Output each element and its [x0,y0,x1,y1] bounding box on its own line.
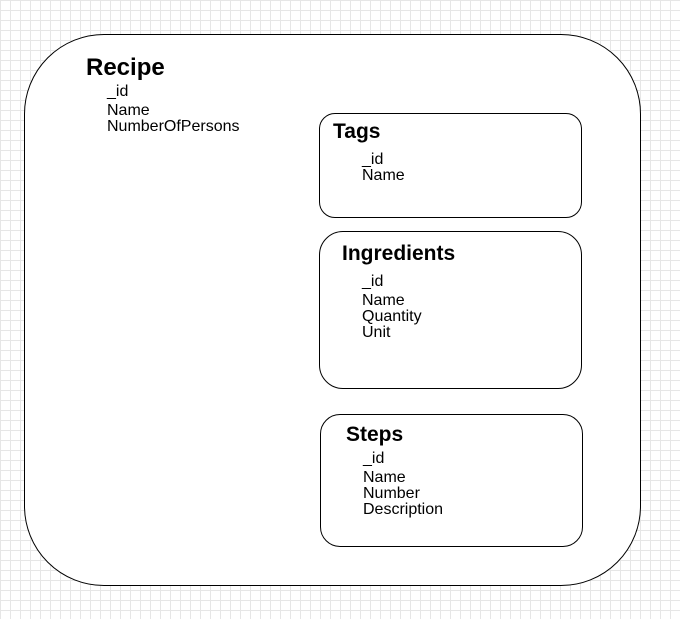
tags-field-name: Name [362,167,405,184]
ingredients-field-quantity: Quantity [362,308,422,325]
tags-field-list: _id Name [362,152,405,184]
ingredients-field-id: _id [362,273,384,290]
steps-field-list: _id Name Number Description [363,451,443,518]
ingredients-field-name: Name [362,292,405,309]
steps-field-description: Description [363,501,444,518]
ingredients-field-unit: Unit [362,324,391,341]
recipe-field-number-of-persons: NumberOfPersons [107,118,240,135]
recipe-entity-title: Recipe [86,54,165,81]
ingredients-field-list: _id Name Quantity Unit [362,274,422,341]
tags-entity-title: Tags [333,120,381,143]
steps-field-id: _id [363,450,385,467]
steps-field-number: Number [363,485,420,502]
recipe-field-id: _id [107,83,129,100]
recipe-field-list: _id Name NumberOfPersons [107,84,240,135]
ingredients-entity-title: Ingredients [342,242,456,265]
steps-field-name: Name [363,469,406,486]
recipe-field-name: Name [107,102,150,119]
steps-entity-title: Steps [346,423,404,446]
tags-field-id: _id [362,151,384,168]
